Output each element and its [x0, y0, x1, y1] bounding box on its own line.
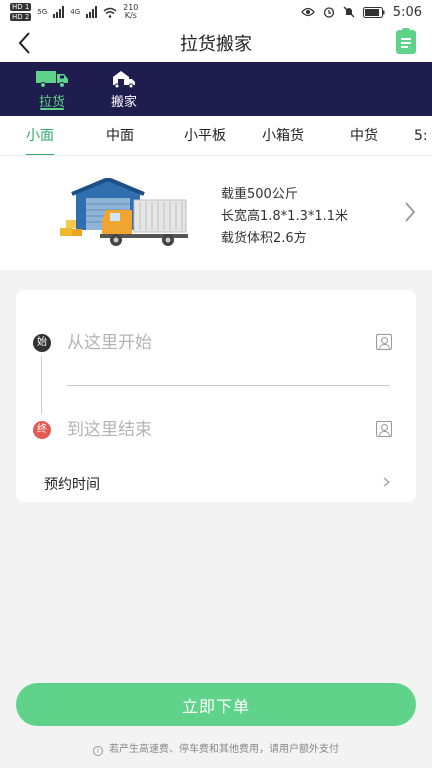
fee-notice: i 若产生高速费、停车费和其他费用，请用户额外支付: [0, 740, 432, 756]
start-badge: 始: [33, 334, 51, 352]
signal-icon: [53, 6, 65, 18]
contact-book-icon[interactable]: [376, 421, 392, 437]
tab-vehicle-label: 5:: [414, 128, 428, 144]
sim2-label: HD 2: [10, 13, 32, 21]
tab-freight-label: 拉货: [38, 94, 65, 110]
spec-load: 载重500公斤: [221, 187, 298, 202]
mute-icon: [343, 6, 355, 18]
schedule-time-label: 预约时间: [44, 477, 100, 493]
network1-label: 5G: [37, 8, 48, 16]
mode-tab-bar: 拉货 搬家: [0, 62, 432, 116]
tab-vehicle-medium-truck[interactable]: 中货: [350, 116, 378, 155]
sim-indicator: HD 1 HD 2: [10, 2, 32, 22]
chevron-left-icon[interactable]: [14, 30, 38, 56]
chevron-right-icon: [383, 477, 390, 487]
tab-vehicle-medium-van[interactable]: 中面: [106, 116, 134, 155]
route-line: [41, 356, 42, 414]
tab-vehicle-label: 中货: [350, 128, 378, 144]
tab-vehicle-small-box-truck[interactable]: 小箱货: [262, 116, 304, 155]
end-address-input[interactable]: [67, 415, 367, 445]
network-speed: 210 K/s: [123, 4, 138, 20]
schedule-time-row[interactable]: 预约时间: [16, 465, 416, 499]
fee-notice-text: 若产生高速费、停车费和其他费用，请用户额外支付: [109, 744, 339, 755]
moving-house-icon: [113, 70, 135, 88]
truck-illustration: [60, 178, 188, 246]
contact-book-icon[interactable]: [376, 334, 392, 350]
network2-label: 4G: [70, 8, 81, 16]
tab-vehicle-small-flatbed[interactable]: 小平板: [184, 116, 226, 155]
chevron-right-icon[interactable]: [404, 201, 416, 223]
page-title: 拉货搬家: [180, 34, 252, 55]
tab-moving-label: 搬家: [110, 94, 137, 110]
spec-volume: 载货体积2.6方: [221, 231, 307, 246]
signal-icon-2: [86, 6, 98, 18]
address-card: 始 终 预约时间: [16, 290, 416, 502]
clipboard-icon[interactable]: [396, 28, 416, 54]
info-icon: i: [93, 746, 103, 756]
clock: 5:06: [392, 4, 422, 20]
start-address-input[interactable]: [67, 328, 367, 358]
wifi-icon: [103, 7, 117, 18]
status-left: HD 1 HD 2 5G 4G 210 K/s: [10, 2, 138, 22]
tab-freight[interactable]: 拉货: [16, 62, 88, 116]
divider: [67, 385, 390, 386]
tab-vehicle-label: 小箱货: [262, 128, 304, 144]
tab-vehicle-label: 中面: [106, 128, 134, 144]
alarm-icon: [323, 7, 334, 18]
place-order-button[interactable]: 立即下单: [16, 683, 416, 726]
vehicle-info-panel[interactable]: 载重500公斤 长宽高1.8*1.3*1.1米 载货体积2.6方: [0, 156, 432, 270]
battery-icon: [362, 6, 385, 18]
speed-unit: K/s: [124, 11, 137, 20]
tab-vehicle-label: 小平板: [184, 128, 226, 144]
eye-icon: [300, 7, 315, 17]
tab-vehicle-small-van[interactable]: 小面: [26, 116, 54, 155]
tab-moving[interactable]: 搬家: [88, 62, 160, 116]
header: 拉货搬家: [0, 24, 432, 62]
sim1-label: HD 1: [10, 3, 32, 11]
vehicle-tab-bar: 小面 中面 小平板 小箱货 中货 5:: [0, 116, 432, 156]
status-right: 5:06: [300, 4, 422, 20]
spec-dimensions: 长宽高1.8*1.3*1.1米: [221, 209, 349, 224]
end-badge: 终: [33, 421, 51, 439]
truck-icon: [36, 70, 68, 88]
tab-vehicle-more[interactable]: 5:: [414, 116, 432, 155]
tab-vehicle-label: 小面: [26, 128, 54, 144]
status-bar: HD 1 HD 2 5G 4G 210 K/s 5:06: [0, 0, 432, 24]
